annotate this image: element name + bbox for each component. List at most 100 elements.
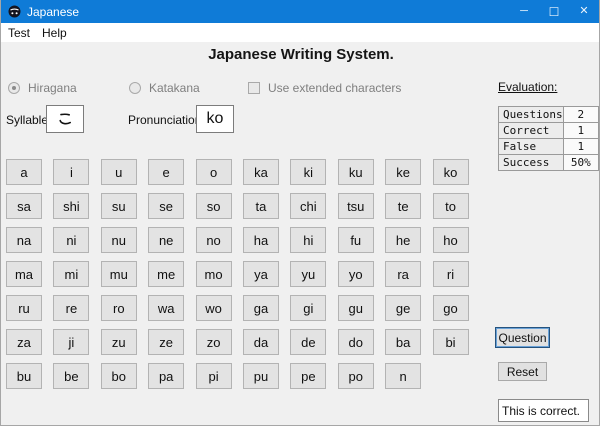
kana-button-tsu[interactable]: tsu [337,193,374,219]
kana-button-chi[interactable]: chi [290,193,327,219]
checkbox-extended[interactable]: Use extended characters [248,81,401,95]
question-button[interactable]: Question [495,327,550,348]
kana-button-ri[interactable]: ri [432,261,469,287]
kana-button-o[interactable]: o [195,159,232,185]
kana-button-ho[interactable]: ho [432,227,469,253]
kana-button-e[interactable]: e [148,159,185,185]
kana-button-do[interactable]: do [337,329,374,355]
kana-button-ha[interactable]: ha [242,227,279,253]
app-window: Japanese ─ ☐ ✕ Test Help Japanese Writin… [0,0,600,426]
radio-icon [8,82,20,94]
table-row: Questions 2 [498,106,599,123]
kana-button-de[interactable]: de [290,329,327,355]
kana-button-ta[interactable]: ta [242,193,279,219]
kana-button-yu[interactable]: yu [290,261,327,287]
kana-button-ka[interactable]: ka [242,159,279,185]
radio-katakana-label: Katakana [149,81,200,95]
kana-row: a i u e o ka ki ku ke ko [6,159,469,185]
kana-button-hi[interactable]: hi [290,227,327,253]
kana-button-me[interactable]: me [148,261,185,287]
kana-button-gi[interactable]: gi [290,295,327,321]
kana-button-pa[interactable]: pa [148,363,185,389]
kana-button-ga[interactable]: ga [242,295,279,321]
kana-button-zu[interactable]: zu [100,329,137,355]
kana-grid: a i u e o ka ki ku ke ko sa shi su se so ta chi tsu te to na… [6,159,469,397]
maximize-button[interactable]: ☐ [539,0,569,23]
stat-value-false: 1 [562,138,599,155]
pronunciation-field[interactable]: ko [196,105,234,133]
kana-button-a[interactable]: a [6,159,42,185]
kana-row: za ji zu ze zo da de do ba bi [6,329,469,355]
kana-button-u[interactable]: u [100,159,137,185]
stat-label-false: False [498,138,564,155]
result-field[interactable]: This is correct. [498,399,589,422]
stat-value-correct: 1 [562,122,599,139]
kana-button-ki[interactable]: ki [290,159,327,185]
kana-button-ru[interactable]: ru [6,295,42,321]
reset-button[interactable]: Reset [498,362,547,381]
kana-button-bi[interactable]: bi [432,329,469,355]
kana-button-ni[interactable]: ni [53,227,90,253]
checkbox-extended-label: Use extended characters [268,81,402,95]
kana-button-su[interactable]: su [100,193,137,219]
kana-button-zo[interactable]: zo [195,329,232,355]
kana-button-nu[interactable]: nu [100,227,137,253]
kana-button-na[interactable]: na [6,227,42,253]
kana-button-pi[interactable]: pi [195,363,232,389]
kana-button-ne[interactable]: ne [148,227,185,253]
kana-button-he[interactable]: he [385,227,422,253]
close-button[interactable]: ✕ [569,0,599,23]
kana-button-re[interactable]: re [53,295,90,321]
kana-button-yo[interactable]: yo [337,261,374,287]
kana-button-go[interactable]: go [432,295,469,321]
kana-button-se[interactable]: se [148,193,185,219]
kana-button-za[interactable]: za [6,329,42,355]
kana-button-ke[interactable]: ke [385,159,422,185]
table-row: Correct 1 [498,122,599,139]
kana-button-ku[interactable]: ku [337,159,374,185]
kana-button-ko[interactable]: ko [432,159,469,185]
syllable-field[interactable] [46,105,84,133]
kana-button-so[interactable]: so [195,193,232,219]
pronunciation-value: ko [206,110,224,127]
kana-button-gu[interactable]: gu [337,295,374,321]
kana-button-no[interactable]: no [195,227,232,253]
stat-label-correct: Correct [498,122,564,139]
kana-button-i[interactable]: i [53,159,90,185]
minimize-button[interactable]: ─ [509,0,539,23]
kana-button-ya[interactable]: ya [242,261,279,287]
kana-button-mi[interactable]: mi [53,261,90,287]
kana-button-ro[interactable]: ro [100,295,137,321]
kana-button-shi[interactable]: shi [53,193,90,219]
kana-button-pe[interactable]: pe [290,363,327,389]
kana-button-ma[interactable]: ma [6,261,42,287]
page-title: Japanese Writing System. [208,46,394,63]
kana-button-mo[interactable]: mo [195,261,232,287]
kana-button-n[interactable]: n [385,363,422,389]
kana-button-be[interactable]: be [53,363,90,389]
kana-button-mu[interactable]: mu [100,261,137,287]
kana-button-ze[interactable]: ze [148,329,185,355]
menubar: Test Help [1,23,599,42]
kana-button-bo[interactable]: bo [100,363,137,389]
kana-button-sa[interactable]: sa [6,193,42,219]
kana-button-po[interactable]: po [337,363,374,389]
kana-button-wo[interactable]: wo [195,295,232,321]
menu-item-test[interactable]: Test [2,23,36,42]
kana-button-wa[interactable]: wa [148,295,185,321]
kana-button-bu[interactable]: bu [6,363,42,389]
kana-button-te[interactable]: te [385,193,422,219]
kana-row: sa shi su se so ta chi tsu te to [6,193,469,219]
kana-button-ba[interactable]: ba [385,329,422,355]
kana-button-ge[interactable]: ge [385,295,422,321]
kana-button-da[interactable]: da [242,329,279,355]
menu-item-help[interactable]: Help [36,23,73,42]
kana-button-pu[interactable]: pu [242,363,279,389]
kana-button-ra[interactable]: ra [385,261,422,287]
syllable-label: Syllable [6,113,49,127]
radio-hiragana[interactable]: Hiragana [8,81,77,95]
kana-button-ji[interactable]: ji [53,329,90,355]
radio-katakana[interactable]: Katakana [129,81,200,95]
kana-button-to[interactable]: to [432,193,469,219]
kana-button-fu[interactable]: fu [337,227,374,253]
